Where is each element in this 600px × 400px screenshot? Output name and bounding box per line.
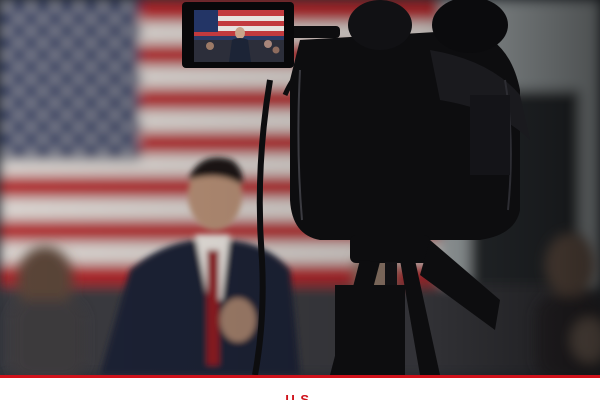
section-label-bar: U.S. xyxy=(0,378,600,400)
news-photo xyxy=(0,0,600,375)
camera-viewfinder-screen xyxy=(182,2,294,68)
section-label[interactable]: U.S. xyxy=(0,392,600,400)
photo-illustration xyxy=(0,0,600,375)
